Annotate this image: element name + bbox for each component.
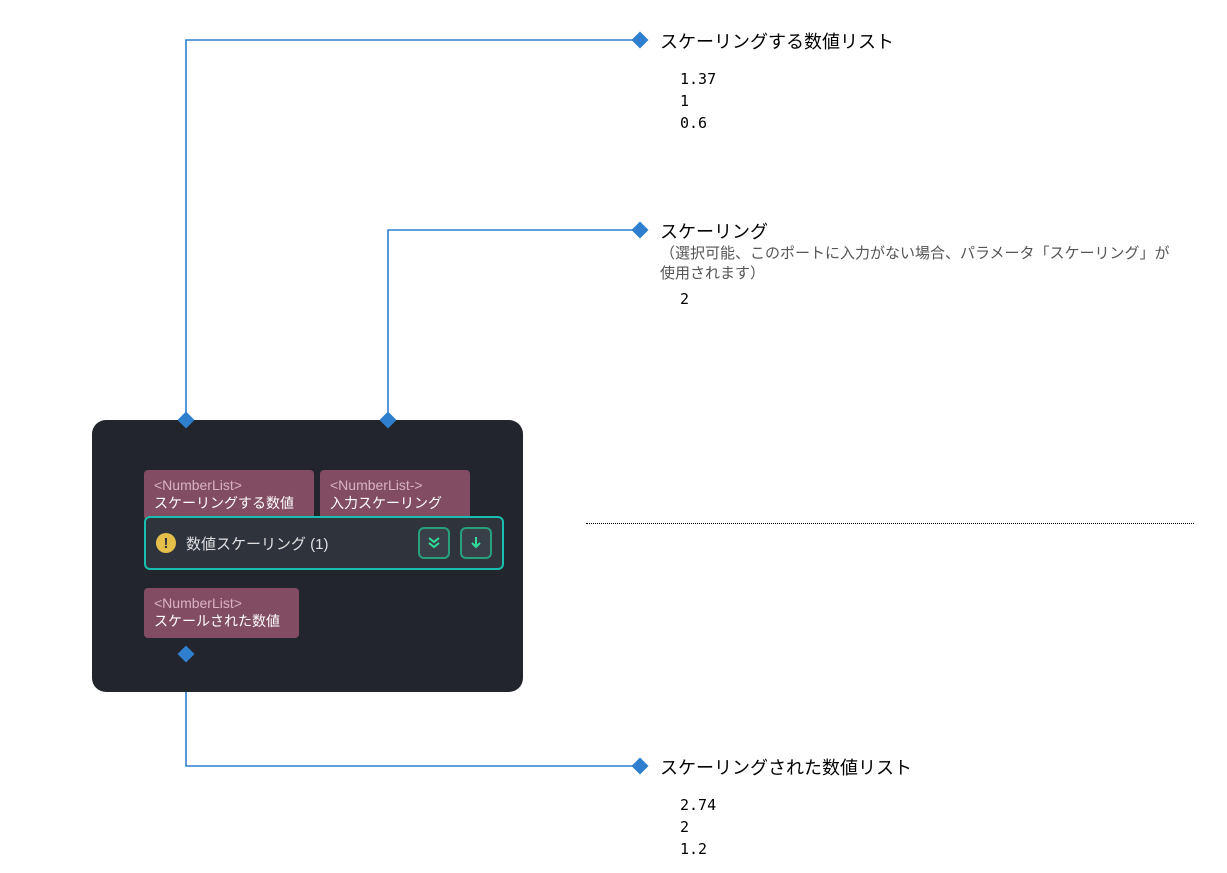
- annotation-title: スケーリング: [660, 218, 1180, 244]
- port-marker-out[interactable]: [178, 646, 195, 663]
- node-body[interactable]: ! 数値スケーリング (1): [144, 516, 504, 570]
- warning-icon: !: [156, 533, 176, 553]
- divider: [586, 523, 1194, 524]
- list-value: 0.6: [680, 112, 1180, 134]
- port-type: <NumberList>: [154, 594, 289, 612]
- list-value: 2: [680, 816, 1180, 838]
- scaling-node[interactable]: <NumberList> スケーリングする数値 <NumberList-> 入力…: [92, 420, 523, 692]
- expand-button[interactable]: [418, 527, 450, 559]
- list-value: 1.37: [680, 68, 1180, 90]
- annotation-title: スケーリングされた数値リスト: [660, 754, 1180, 780]
- output-port-number-list[interactable]: <NumberList> スケールされた数値: [144, 588, 299, 638]
- annotation-note: （選択可能、このポートに入力がない場合、パラメータ「スケーリング」が使用されます…: [660, 244, 1180, 284]
- annotation-scaling: スケーリング （選択可能、このポートに入力がない場合、パラメータ「スケーリング」…: [660, 218, 1180, 310]
- list-value: 1.2: [680, 838, 1180, 860]
- port-label: 入力スケーリング: [330, 494, 460, 512]
- input-port-number-list[interactable]: <NumberList> スケーリングする数値: [144, 470, 314, 520]
- double-chevron-down-icon: [427, 536, 441, 550]
- list-value: 1: [680, 90, 1180, 112]
- node-title: 数値スケーリング (1): [186, 533, 408, 554]
- port-label: スケーリングする数値: [154, 494, 304, 512]
- port-type: <NumberList->: [330, 476, 460, 494]
- diagram-canvas: <NumberList> スケーリングする数値 <NumberList-> 入力…: [0, 0, 1227, 873]
- annotation-output-list: スケーリングされた数値リスト 2.74 2 1.2: [660, 754, 1180, 860]
- input-port-scaling[interactable]: <NumberList-> 入力スケーリング: [320, 470, 470, 520]
- annotation-title: スケーリングする数値リスト: [660, 28, 1180, 54]
- run-button[interactable]: [460, 527, 492, 559]
- download-arrow-icon: [469, 536, 483, 550]
- annotation-input-list: スケーリングする数値リスト 1.37 1 0.6: [660, 28, 1180, 134]
- list-value: 2.74: [680, 794, 1180, 816]
- port-type: <NumberList>: [154, 476, 304, 494]
- port-label: スケールされた数値: [154, 612, 289, 630]
- scalar-value: 2: [680, 288, 1180, 310]
